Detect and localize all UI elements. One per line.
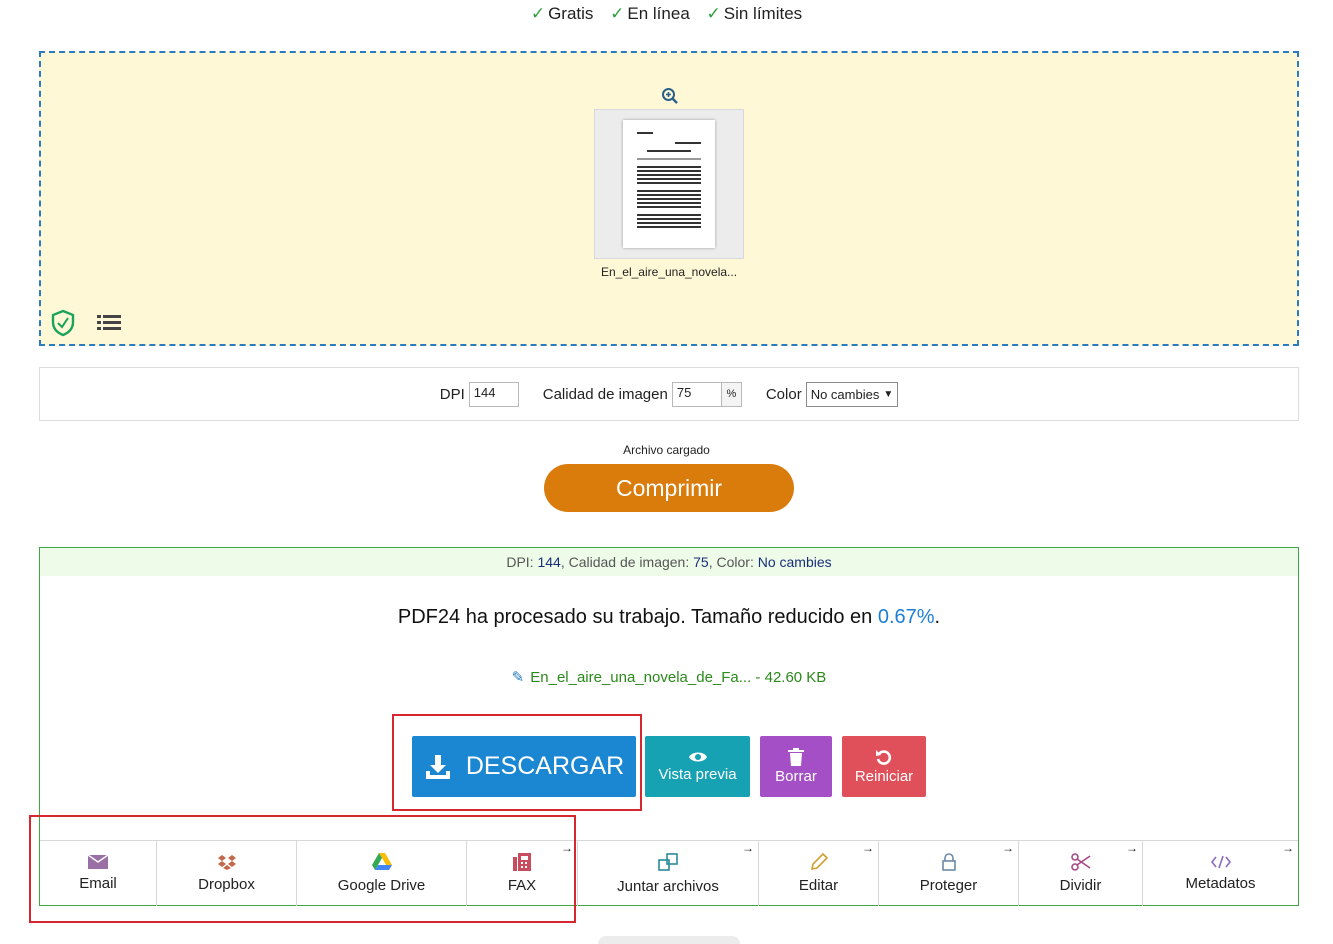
result-file-name[interactable]: En_el_aire_una_novela_de_Fa... — [530, 669, 751, 686]
zoom-in-icon[interactable] — [661, 87, 679, 105]
lock-icon — [941, 853, 956, 871]
dpi-label: DPI — [439, 385, 465, 403]
bottom-partial-element — [598, 936, 740, 944]
color-option: Color No cambies ▼ — [765, 381, 899, 407]
upload-status: Archivo cargado — [623, 443, 710, 457]
quality-input[interactable]: 75 — [671, 381, 722, 407]
compress-button[interactable]: Comprimir — [544, 464, 794, 512]
feature-item: ✓ Gratis — [530, 4, 594, 23]
feature-item: ✓ Sin límites — [706, 4, 803, 23]
color-select[interactable]: No cambies ▼ — [805, 381, 899, 407]
quality-label: Calidad de imagen — [542, 385, 668, 403]
quality-unit: % — [721, 381, 742, 407]
list-icon[interactable] — [97, 313, 121, 333]
file-thumbnail[interactable] — [594, 109, 744, 259]
trash-icon — [788, 748, 804, 766]
reset-button[interactable]: Reiniciar — [842, 736, 926, 797]
color-label: Color — [765, 385, 802, 403]
eye-icon — [688, 752, 707, 762]
uploaded-file-name: En_el_aire_una_novela... — [600, 265, 738, 279]
tool-metadata[interactable]: Metadatos → — [1143, 841, 1298, 906]
scissors-icon — [1070, 853, 1090, 871]
check-icon: ✓ — [530, 4, 546, 23]
compression-options: DPI 144 Calidad de imagen 75 % Color No … — [39, 367, 1299, 421]
undo-icon — [876, 750, 892, 765]
tool-merge[interactable]: Juntar archivos → — [578, 841, 759, 906]
result-settings-summary: DPI: 144, Calidad de imagen: 75, Color: … — [40, 548, 1298, 576]
feature-list: ✓ Gratis ✓ En línea ✓ Sin límites — [0, 4, 1333, 24]
reduction-percent: 0.67% — [877, 606, 935, 628]
result-file[interactable]: ✎ En_el_aire_una_novela_de_Fa... - 42.60 … — [40, 668, 1298, 686]
quality-option: Calidad de imagen 75 % — [542, 381, 742, 407]
result-message: PDF24 ha procesado su trabajo. Tamaño re… — [397, 606, 941, 628]
tool-edit[interactable]: Editar → — [759, 841, 879, 906]
chevron-down-icon: ▼ — [883, 388, 894, 400]
shield-check-icon[interactable] — [51, 309, 75, 337]
result-file-size: - 42.60 KB — [751, 669, 827, 686]
merge-icon — [658, 853, 678, 871]
check-icon: ✓ — [706, 4, 721, 23]
pdf-page-preview — [623, 120, 715, 248]
feature-item: ✓ En línea — [610, 4, 690, 23]
file-drop-zone[interactable]: En_el_aire_una_novela... — [39, 51, 1299, 346]
tool-protect[interactable]: Proteger → — [879, 841, 1019, 906]
preview-button[interactable]: Vista previa — [645, 736, 750, 797]
pencil-icon[interactable]: ✎ — [512, 669, 525, 686]
highlight-download — [392, 714, 642, 811]
pencil-icon — [810, 853, 828, 871]
dpi-input[interactable]: 144 — [468, 381, 519, 407]
code-icon — [1210, 855, 1231, 869]
tool-split[interactable]: Dividir → — [1019, 841, 1143, 906]
highlight-share-tools — [29, 815, 576, 923]
check-icon: ✓ — [610, 4, 625, 23]
dpi-option: DPI 144 — [439, 381, 519, 407]
delete-button[interactable]: Borrar — [760, 736, 832, 797]
